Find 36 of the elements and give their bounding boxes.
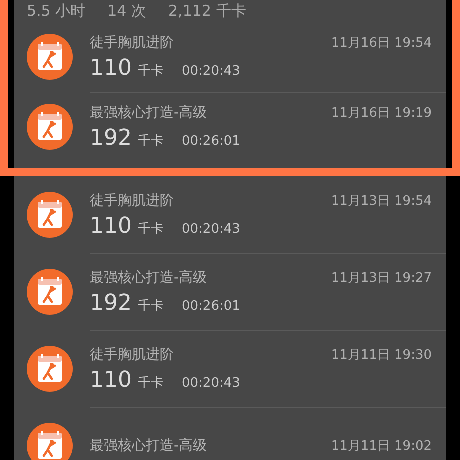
workout-datetime: 11月11日 19:02 xyxy=(331,438,432,455)
workout-calendar-icon xyxy=(27,268,73,314)
calories-unit: 千卡 xyxy=(138,63,164,80)
workout-calendar-icon xyxy=(27,34,73,80)
workout-title: 最强核心打造-高级 xyxy=(90,437,208,455)
workout-title: 最强核心打造-高级 xyxy=(90,104,208,122)
summary-stat: 5.5 小时 xyxy=(27,2,86,20)
workout-duration: 00:20:43 xyxy=(182,222,240,236)
calories-unit: 千卡 xyxy=(138,374,164,392)
calories-value: 110 xyxy=(90,56,132,81)
calories-value: 192 xyxy=(90,126,132,151)
workout-duration: 00:26:01 xyxy=(182,134,240,149)
workout-title: 最强核心打造-高级 xyxy=(90,268,208,286)
calories-unit: 千卡 xyxy=(138,298,164,314)
workout-duration: 00:20:43 xyxy=(182,376,240,390)
workout-datetime: 11月11日 19:30 xyxy=(331,346,432,364)
workout-title: 徒手胸肌进阶 xyxy=(90,192,174,210)
workout-calendar-icon xyxy=(27,104,73,150)
calories-unit: 千卡 xyxy=(138,220,164,238)
workout-duration: 00:26:01 xyxy=(182,298,240,314)
workout-datetime: 11月13日 19:27 xyxy=(331,270,432,286)
calories-value: 192 xyxy=(90,290,132,316)
workout-title: 徒手胸肌进阶 xyxy=(90,34,174,52)
workout-calendar-icon xyxy=(27,422,73,460)
workout-title: 徒手胸肌进阶 xyxy=(90,346,174,364)
workout-datetime: 11月13日 19:54 xyxy=(331,192,432,210)
summary-stat: 2,112 千卡 xyxy=(168,2,246,20)
calories-value: 110 xyxy=(90,214,132,238)
workout-datetime: 11月16日 19:54 xyxy=(331,35,432,52)
summary-stat: 14 次 xyxy=(108,2,147,20)
workout-calendar-icon xyxy=(27,346,73,392)
calories-unit: 千卡 xyxy=(138,133,164,150)
workout-calendar-icon xyxy=(27,192,73,238)
calories-value: 110 xyxy=(90,368,132,392)
workout-duration: 00:20:43 xyxy=(182,64,240,79)
workout-datetime: 11月16日 19:19 xyxy=(331,105,432,122)
